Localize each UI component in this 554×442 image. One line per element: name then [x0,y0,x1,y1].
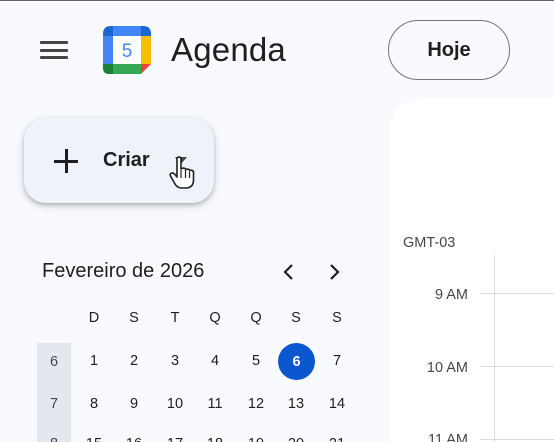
time-label: 10 AM [426,360,468,376]
week-number[interactable]: 8 [36,436,72,442]
calendar-day[interactable]: 19 [238,436,274,442]
week-number[interactable]: 6 [36,354,72,370]
previous-month-chevron-icon[interactable] [276,259,302,285]
day-column-divider [494,255,495,442]
time-label: 11 AM [427,432,468,442]
calendar-day[interactable]: 3 [157,353,193,369]
hour-gridline [480,366,554,367]
weekday-header: S [291,310,301,326]
calendar-day[interactable]: 17 [157,436,193,442]
plus-icon [54,149,78,173]
create-button[interactable]: Criar [24,118,214,203]
today-button[interactable]: Hoje [388,20,510,80]
app-title: Agenda [171,31,286,68]
calendar-day[interactable]: 18 [197,436,233,442]
calendar-day[interactable]: 5 [238,353,274,369]
create-button-label: Criar [103,149,150,171]
calendar-day[interactable]: 12 [238,396,274,412]
calendar-day[interactable]: 1 [76,353,112,369]
calendar-day[interactable]: 16 [116,436,152,442]
weekday-header: T [170,310,180,326]
calendar-day[interactable]: 14 [319,396,355,412]
calendar-day[interactable]: 2 [116,353,152,369]
weekday-header: S [332,310,342,326]
next-month-chevron-icon[interactable] [321,259,347,285]
calendar-day[interactable]: 20 [278,436,314,442]
hour-gridline [480,439,554,440]
calendar-day-today[interactable]: 6 [278,343,315,380]
calendar-day[interactable]: 13 [278,396,314,412]
week-number[interactable]: 7 [36,396,72,412]
hour-gridline [480,293,554,294]
logo-number: 5 [122,41,133,62]
calendar-day[interactable]: 4 [197,353,233,369]
weekday-header: D [88,310,100,326]
top-border [0,0,554,1]
hamburger-menu-icon [40,41,68,44]
caret-down-icon[interactable] [174,156,188,166]
day-view-panel [390,98,554,442]
weekday-header: Q [250,310,262,326]
main-menu-button[interactable] [34,30,74,70]
calendar-day[interactable]: 11 [197,396,233,412]
calendar-day[interactable]: 15 [76,436,112,442]
weekday-header: Q [209,310,221,326]
calendar-day[interactable]: 10 [157,396,193,412]
timezone-label: GMT-03 [403,235,456,251]
mini-calendar-month-title: Fevereiro de 2026 [42,260,205,282]
calendar-day[interactable]: 21 [319,436,355,442]
calendar-day[interactable]: 9 [116,396,152,412]
time-label: 9 AM [434,287,468,303]
weekday-header: S [129,310,139,326]
calendar-logo-icon: 5 [103,26,151,74]
calendar-day[interactable]: 7 [319,353,355,369]
calendar-day[interactable]: 8 [76,396,112,412]
